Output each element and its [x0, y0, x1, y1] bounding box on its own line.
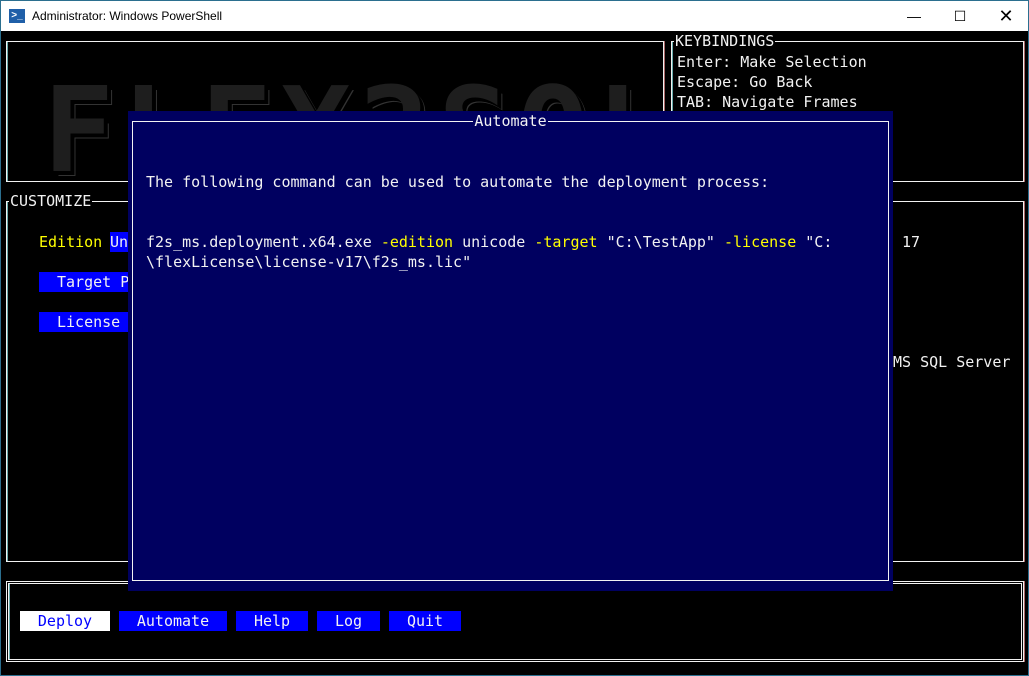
license-value-end: \flexLicense\license-v17\f2s_ms.lic": [146, 253, 472, 271]
customize-title: CUSTOMIZE: [9, 192, 93, 210]
edition-select[interactable]: Un: [110, 232, 129, 252]
dialog-title: Automate: [473, 112, 548, 130]
deploy-button[interactable]: Deploy: [20, 611, 110, 631]
automate-command[interactable]: f2s_ms.deployment.x64.exe -edition unico…: [146, 232, 832, 252]
edition-value: unicode: [462, 233, 526, 251]
target-path-button[interactable]: Target P: [39, 272, 134, 292]
minimize-button[interactable]: —: [891, 1, 937, 31]
dialog-message: The following command can be used to aut…: [146, 173, 770, 191]
target-value: "C:\TestApp": [606, 233, 715, 251]
license-flag: -license: [724, 233, 797, 251]
keybindings-title: KEYBINDINGS: [674, 32, 776, 50]
close-button[interactable]: ✕: [983, 1, 1029, 31]
automate-dialog: Automate The following command can be us…: [128, 111, 893, 591]
command-exe: f2s_ms.deployment.x64.exe: [146, 233, 372, 251]
quit-button[interactable]: Quit: [389, 611, 461, 631]
title-bar: >_ Administrator: Windows PowerShell — ☐…: [0, 0, 1029, 31]
keybinding-escape: Escape: Go Back: [677, 73, 813, 91]
target-flag: -target: [534, 233, 598, 251]
version-value: 17: [902, 233, 921, 251]
server-value: MS SQL Server: [893, 353, 1011, 371]
dialog-frame: Automate The following command can be us…: [132, 112, 889, 581]
keybinding-enter: Enter: Make Selection: [677, 53, 867, 71]
edition-label: Edition: [39, 233, 103, 251]
powershell-icon: >_: [9, 9, 25, 23]
edition-flag: -edition: [380, 233, 454, 251]
license-value-start: "C:: [805, 233, 833, 251]
automate-button[interactable]: Automate: [119, 611, 227, 631]
window-title: Administrator: Windows PowerShell: [32, 9, 223, 23]
keybinding-tab: TAB: Navigate Frames: [677, 93, 858, 111]
console: FLEX2SQL KEYBINDINGS Enter: Make Selecti…: [0, 31, 1029, 676]
maximize-button[interactable]: ☐: [937, 1, 983, 31]
log-button[interactable]: Log: [317, 611, 380, 631]
help-button[interactable]: Help: [236, 611, 308, 631]
license-button[interactable]: License: [39, 312, 134, 332]
actions-frame: Deploy Automate Help Log Quit: [6, 581, 1024, 662]
